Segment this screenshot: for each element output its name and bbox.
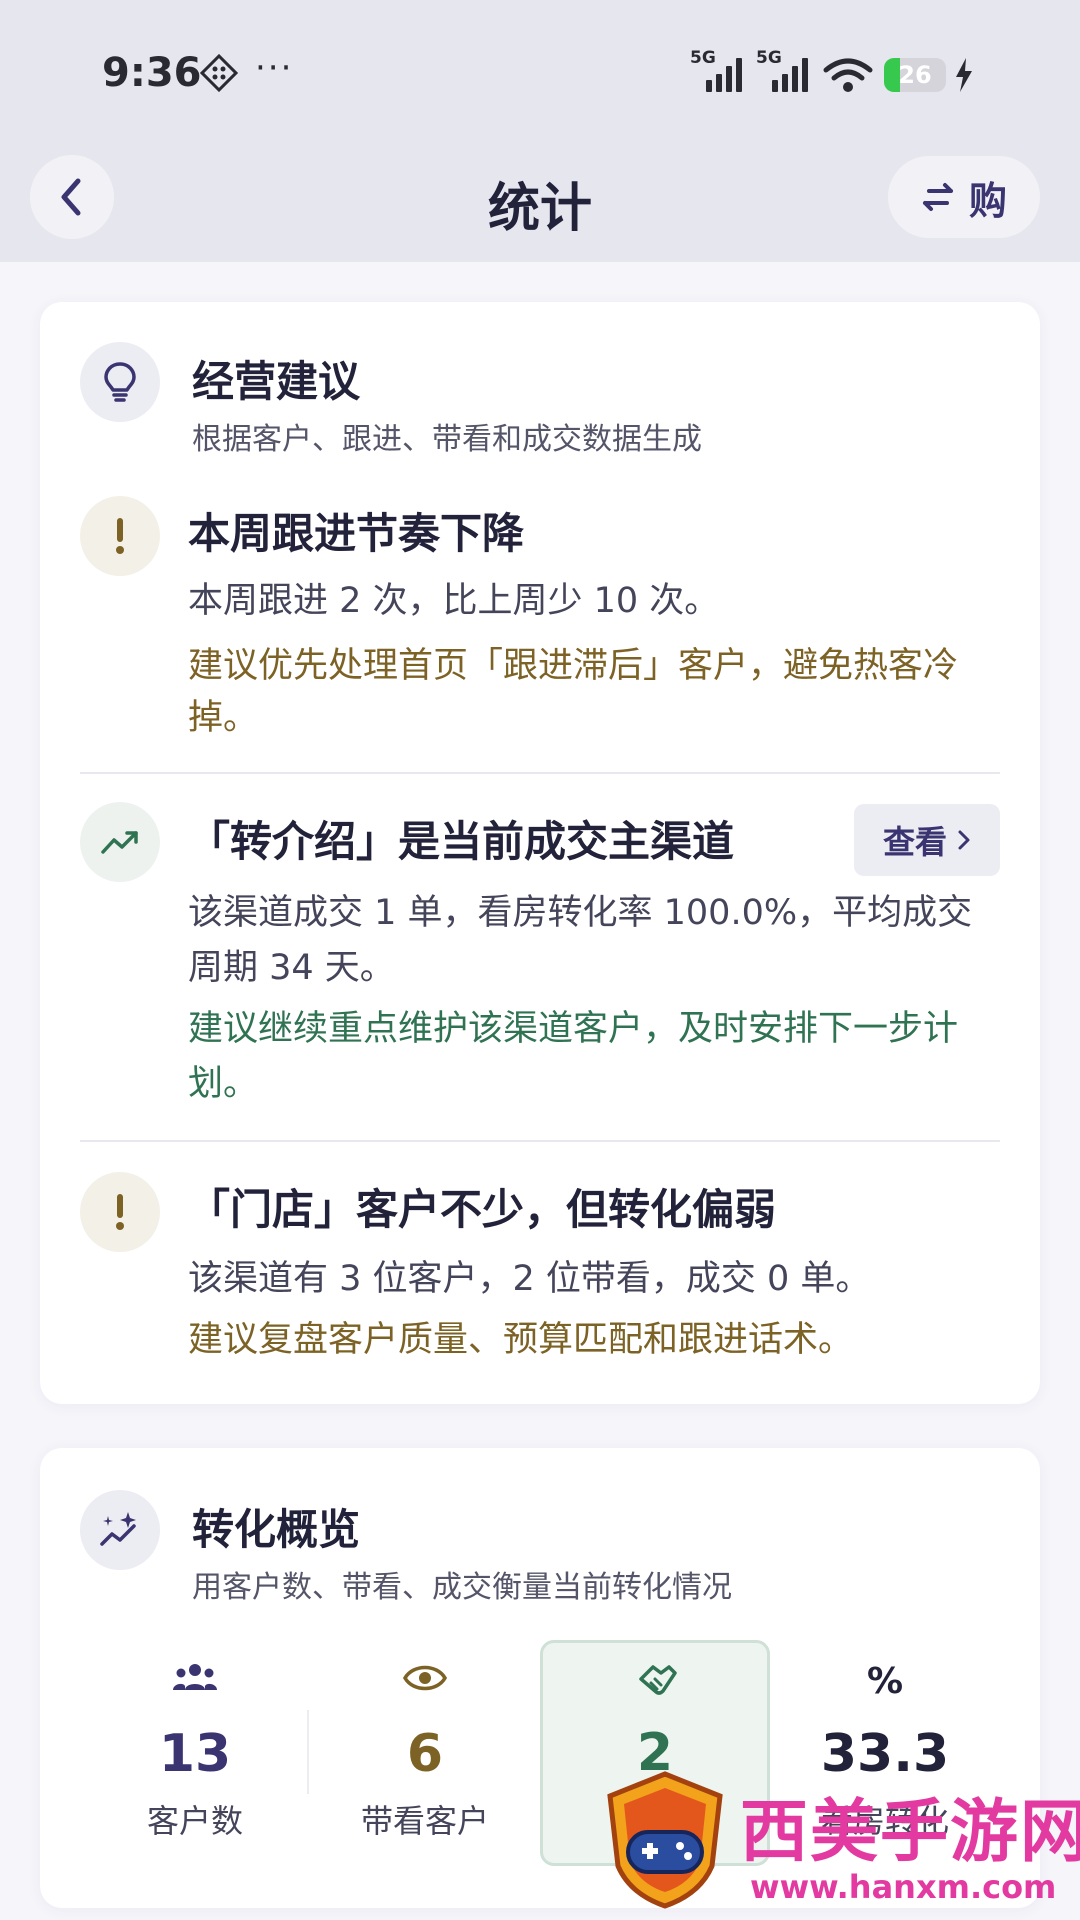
stat-customers[interactable]: 13 客户数 xyxy=(80,1648,310,1858)
conversion-section-subtitle: 用客户数、带看、成交衡量当前转化情况 xyxy=(192,1570,732,1605)
percent-icon: % xyxy=(866,1661,904,1702)
stat-divider xyxy=(307,1710,309,1794)
switch-mode-label: 购 xyxy=(968,178,1007,223)
watermark: 西美手游网 www.hanxm.com xyxy=(600,1770,1080,1920)
advice-item-body: 本周跟进 2 次，比上周少 10 次。 xyxy=(188,581,720,621)
conversion-section-title: 转化概览 xyxy=(192,1505,361,1554)
trend-up-icon xyxy=(80,802,160,882)
stat-label: 带看客户 xyxy=(360,1802,489,1840)
app-notification-icon xyxy=(200,54,238,92)
advice-item-suggestion: 建议优先处理首页「跟进滞后」客户，避免热客冷掉。 xyxy=(188,646,959,738)
lightbulb-icon xyxy=(80,342,160,422)
switch-mode-button[interactable]: 购 xyxy=(888,156,1040,238)
stat-value: 6 xyxy=(406,1724,444,1784)
battery-level: 26 xyxy=(898,61,932,89)
more-notifications-icon: ··· xyxy=(255,48,294,88)
watermark-url: www.hanxm.com xyxy=(750,1868,1057,1906)
chevron-right-icon xyxy=(958,830,970,850)
header-bar: 9:36 ··· 5G 5G 26 统计 购 xyxy=(0,0,1080,262)
wifi-icon xyxy=(823,58,873,92)
advice-item-body: 该渠道成交 1 单，看房转化率 100.0%，平均成交周期 34 天。 xyxy=(188,893,973,988)
people-icon xyxy=(80,1662,310,1694)
advice-card: 经营建议 根据客户、跟进、带看和成交数据生成 本周跟进节奏下降 本周跟进 2 次… xyxy=(40,302,1040,1404)
view-channel-button[interactable]: 查看 xyxy=(854,804,1000,876)
charging-bolt-icon xyxy=(956,58,972,92)
advice-item-title: 「门店」客户不少，但转化偏弱 xyxy=(188,1185,777,1234)
advice-item-suggestion: 建议继续重点维护该渠道客户，及时安排下一步计划。 xyxy=(188,1009,959,1104)
gamepad-shield-logo-icon xyxy=(607,1771,723,1909)
status-bar: 9:36 ··· 5G 5G 26 xyxy=(0,0,1080,150)
exclamation-icon xyxy=(80,496,160,576)
advice-item-suggestion: 建议复盘客户质量、预算匹配和跟进话术。 xyxy=(188,1320,854,1360)
stat-label: 客户数 xyxy=(146,1802,243,1840)
divider xyxy=(80,1140,1000,1142)
battery-indicator: 26 xyxy=(884,58,946,92)
exclamation-icon xyxy=(80,1172,160,1252)
status-time: 9:36 xyxy=(102,50,202,96)
advice-item-title: 本周跟进节奏下降 xyxy=(188,509,525,558)
stat-viewings[interactable]: 6 带看客户 xyxy=(310,1648,540,1858)
watermark-text: 西美手游网 xyxy=(740,1793,1080,1872)
advice-item-title: 「转介绍」是当前成交主渠道 xyxy=(188,817,735,866)
advice-item-body: 该渠道有 3 位客户，2 位带看，成交 0 单。 xyxy=(188,1259,871,1299)
advice-section-title: 经营建议 xyxy=(192,357,361,406)
swap-arrows-icon xyxy=(922,183,953,211)
view-button-label: 查看 xyxy=(882,823,947,861)
advice-section-subtitle: 根据客户、跟进、带看和成交数据生成 xyxy=(192,422,702,457)
eye-icon xyxy=(310,1662,540,1694)
stat-value: 13 xyxy=(158,1724,232,1784)
sparkle-chart-icon xyxy=(80,1490,160,1570)
handshake-icon xyxy=(543,1661,773,1699)
divider xyxy=(80,772,1000,774)
